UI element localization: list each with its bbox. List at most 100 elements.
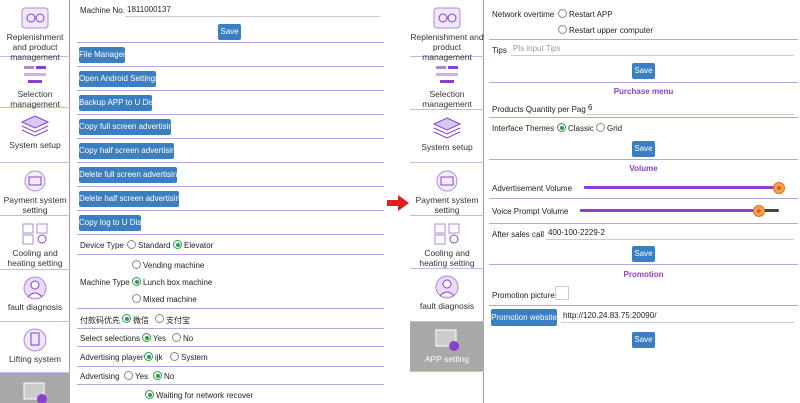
cooling-icon <box>22 223 48 245</box>
themes-row: Interface Themes Classic Grid Save <box>489 118 798 160</box>
nav-payment[interactable]: Payment system setting <box>0 163 70 216</box>
nav-app-setting[interactable]: APP setting <box>410 322 484 372</box>
button-row: Copy log to U Disk <box>77 211 384 235</box>
radio-standard[interactable] <box>127 240 136 249</box>
backup-app-button[interactable]: Backup APP to U Disk <box>79 95 158 111</box>
nav-replenishment[interactable]: Replenishment and product management <box>0 0 70 62</box>
machine-no-row: Machine No. 1811000137 Save <box>77 0 384 43</box>
radio-label: Lunch box machine <box>143 278 213 287</box>
nav-fault[interactable]: fault diagnosis <box>410 269 484 322</box>
radio-label: Standard <box>138 241 171 250</box>
radio-alipay[interactable] <box>155 314 164 323</box>
machine-no-input[interactable]: 1811000137 <box>125 4 380 17</box>
nav-fault[interactable]: fault diagnosis <box>0 270 70 322</box>
ad-volume-thumb[interactable] <box>773 182 785 194</box>
radio-ad-no[interactable] <box>153 371 162 380</box>
lifting-icon <box>23 328 47 352</box>
products-qty-row: Products Quantity per Page 6 <box>489 99 798 118</box>
delete-half-ad-button[interactable]: Delete half screen advertising <box>79 191 184 207</box>
radio-lunch-box[interactable] <box>132 277 141 286</box>
radio-no[interactable] <box>172 333 181 342</box>
advertising-row: Advertising Yes No <box>77 367 384 385</box>
radio-label: Yes <box>135 372 149 381</box>
radio-label: 支付宝 <box>166 316 190 325</box>
radio-classic[interactable] <box>557 123 566 132</box>
promotion-website-button[interactable]: Promotion website <box>491 309 557 326</box>
nav-cooling[interactable]: Cooling and heating setting <box>410 216 484 269</box>
copy-half-ad-button[interactable]: Copy half screen advertising <box>79 143 180 159</box>
save-button[interactable]: Save <box>632 141 655 157</box>
radio-label: Yes <box>153 334 167 343</box>
machine-type-row: Machine Type Vending machine Lunch box m… <box>77 255 384 309</box>
pay-code-row: 付款码优先 微信 支付宝 <box>77 309 384 329</box>
radio-wechat[interactable] <box>122 314 131 323</box>
save-button[interactable]: Save <box>632 246 655 262</box>
button-row: Delete full screen advertising <box>77 163 384 187</box>
radio-vending[interactable] <box>132 260 141 269</box>
nav-label: Cooling and heating setting <box>7 248 63 268</box>
save-button[interactable]: Save <box>632 63 655 79</box>
voice-volume-label: Voice Prompt Volume <box>492 207 569 216</box>
cooling-icon <box>434 223 460 245</box>
advertising-label: Advertising <box>80 372 120 381</box>
radio-label: Restart APP <box>569 10 613 19</box>
radio-ad-yes[interactable] <box>124 371 133 380</box>
radio-elevator[interactable] <box>173 240 182 249</box>
nav-selection[interactable]: Selection management <box>410 57 484 110</box>
radio-label: Mixed machine <box>143 295 197 304</box>
nav-system-setup[interactable]: System setup <box>410 110 484 163</box>
promotion-title: Promotion <box>623 270 664 279</box>
radio-grid[interactable] <box>596 123 605 132</box>
radio-restart-upper[interactable] <box>558 25 567 34</box>
nav-label: fault diagnosis <box>419 301 475 311</box>
save-button[interactable]: Save <box>632 332 655 348</box>
nav-payment[interactable]: Payment system setting <box>410 163 484 216</box>
file-manager-button[interactable]: File Manager <box>79 47 126 63</box>
purchase-menu-title: Purchase menu <box>613 87 674 96</box>
nav-replenishment[interactable]: Replenishment and product management <box>410 0 484 62</box>
radio-system[interactable] <box>170 352 179 361</box>
ad-volume-label: Advertisement Volume <box>492 184 573 193</box>
open-android-settings-button[interactable]: Open Android Settings <box>79 71 159 87</box>
nav-label: Payment system setting <box>3 195 67 215</box>
network-recover-row: Waiting for network recover <box>77 385 384 403</box>
radio-yes[interactable] <box>142 333 151 342</box>
radio-restart-app[interactable] <box>558 9 567 18</box>
radio-label: No <box>183 334 194 343</box>
radio-label: Classic <box>568 124 594 133</box>
promotion-picture[interactable] <box>555 286 569 300</box>
select-selections-label: Select selections <box>80 334 141 343</box>
nav-cooling[interactable]: Cooling and heating setting <box>0 216 70 270</box>
radio-label: 微信 <box>133 316 149 325</box>
nav-app-setting[interactable] <box>0 373 70 403</box>
button-row: File Manager <box>77 43 384 67</box>
network-overtime-row: Network overtime Restart APP Restart upp… <box>489 0 798 40</box>
button-row: Copy full screen advertising <box>77 115 384 139</box>
nav-system-setup[interactable]: System setup <box>0 108 70 163</box>
selection-icon <box>24 66 46 83</box>
copy-full-ad-button[interactable]: Copy full screen advertising <box>79 119 177 135</box>
device-type-label: Device Type <box>80 241 124 250</box>
products-qty-input[interactable]: 6 <box>586 102 794 115</box>
radio-mixed[interactable] <box>132 294 141 303</box>
radio-network-recover[interactable] <box>145 390 154 399</box>
layers-icon <box>432 117 462 139</box>
nav-label: System setup <box>9 140 61 150</box>
button-row: Copy half screen advertising <box>77 139 384 163</box>
delete-full-ad-button[interactable]: Delete full screen advertising <box>79 167 182 183</box>
after-sales-input[interactable]: 400-100-2229-2 <box>546 227 794 240</box>
nav-lifting[interactable]: Lifting system <box>0 322 70 373</box>
nav-selection[interactable]: Selection management <box>0 57 70 109</box>
right-screen: Replenishment and product management Sel… <box>410 0 800 403</box>
copy-log-button[interactable]: Copy log to U Disk <box>79 215 145 231</box>
promotion-url-input[interactable]: http://120.24.83.75:20090/ <box>561 310 794 323</box>
nav-label: Payment system setting <box>415 195 479 215</box>
network-overtime-label: Network overtime <box>492 10 555 19</box>
save-button[interactable]: Save <box>218 24 241 40</box>
left-screen: Replenishment and product management Sel… <box>0 0 385 403</box>
tips-input[interactable]: Pls input Tips <box>511 43 794 56</box>
radio-ijk[interactable] <box>144 352 153 361</box>
voice-volume-thumb[interactable] <box>753 205 766 217</box>
nav-label: fault diagnosis <box>7 302 63 312</box>
promotion-picture-label: Promotion picture <box>492 291 555 300</box>
